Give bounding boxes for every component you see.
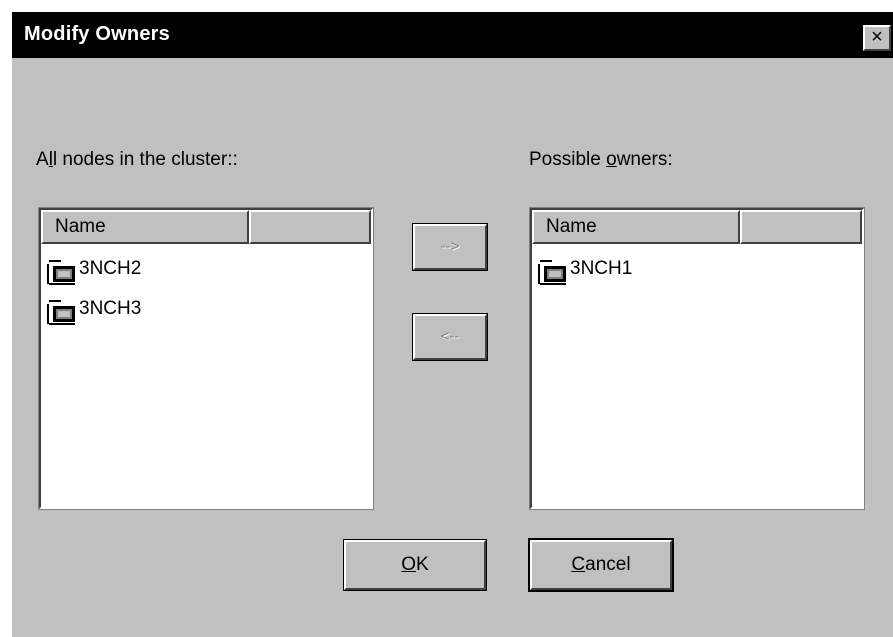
close-icon: × bbox=[871, 26, 883, 48]
ok-button-mnemonic: O bbox=[401, 554, 417, 575]
modify-owners-dialog: Modify Owners × All nodes in the cluster… bbox=[10, 10, 893, 637]
possible-owners-list[interactable]: Name 3NCH1 bbox=[529, 207, 865, 510]
all-nodes-label-post: l nodes in the cluster:: bbox=[52, 149, 238, 170]
column-header-empty[interactable] bbox=[740, 210, 862, 244]
close-button[interactable]: × bbox=[863, 25, 891, 51]
list-item-label: 3NCH1 bbox=[570, 258, 633, 279]
column-header-name[interactable]: Name bbox=[532, 210, 740, 244]
cluster-node-icon bbox=[47, 260, 75, 285]
ok-button-rest: K bbox=[416, 554, 429, 575]
list-item-label: 3NCH3 bbox=[79, 298, 142, 319]
possible-owners-label-mnemonic: o bbox=[606, 149, 617, 170]
all-nodes-label-pre: A bbox=[36, 149, 49, 170]
all-nodes-list-header: Name bbox=[41, 210, 371, 244]
list-item-label: 3NCH2 bbox=[79, 258, 142, 279]
column-header-empty[interactable] bbox=[249, 210, 371, 244]
all-nodes-list[interactable]: Name 3NCH2 3NCH3 bbox=[38, 207, 374, 510]
cluster-node-icon bbox=[47, 300, 75, 325]
cluster-node-icon bbox=[538, 260, 566, 285]
cancel-button-mnemonic: C bbox=[571, 554, 586, 575]
possible-owners-label-pre: Possible bbox=[529, 149, 607, 170]
cancel-button[interactable]: Cancel bbox=[528, 538, 674, 592]
dialog-title: Modify Owners bbox=[24, 23, 170, 45]
ok-button[interactable]: OK bbox=[343, 539, 487, 591]
cancel-button-rest: ancel bbox=[585, 554, 631, 575]
remove-owner-button[interactable]: <-- bbox=[412, 313, 488, 361]
all-nodes-label: All nodes in the cluster:: bbox=[36, 149, 238, 171]
title-bar[interactable]: Modify Owners × bbox=[12, 12, 893, 58]
possible-owners-label: Possible owners: bbox=[529, 149, 673, 171]
column-header-name[interactable]: Name bbox=[41, 210, 249, 244]
add-owner-button[interactable]: --> bbox=[412, 223, 488, 271]
possible-owners-list-header: Name bbox=[532, 210, 862, 244]
possible-owners-label-post: wners: bbox=[616, 149, 673, 170]
